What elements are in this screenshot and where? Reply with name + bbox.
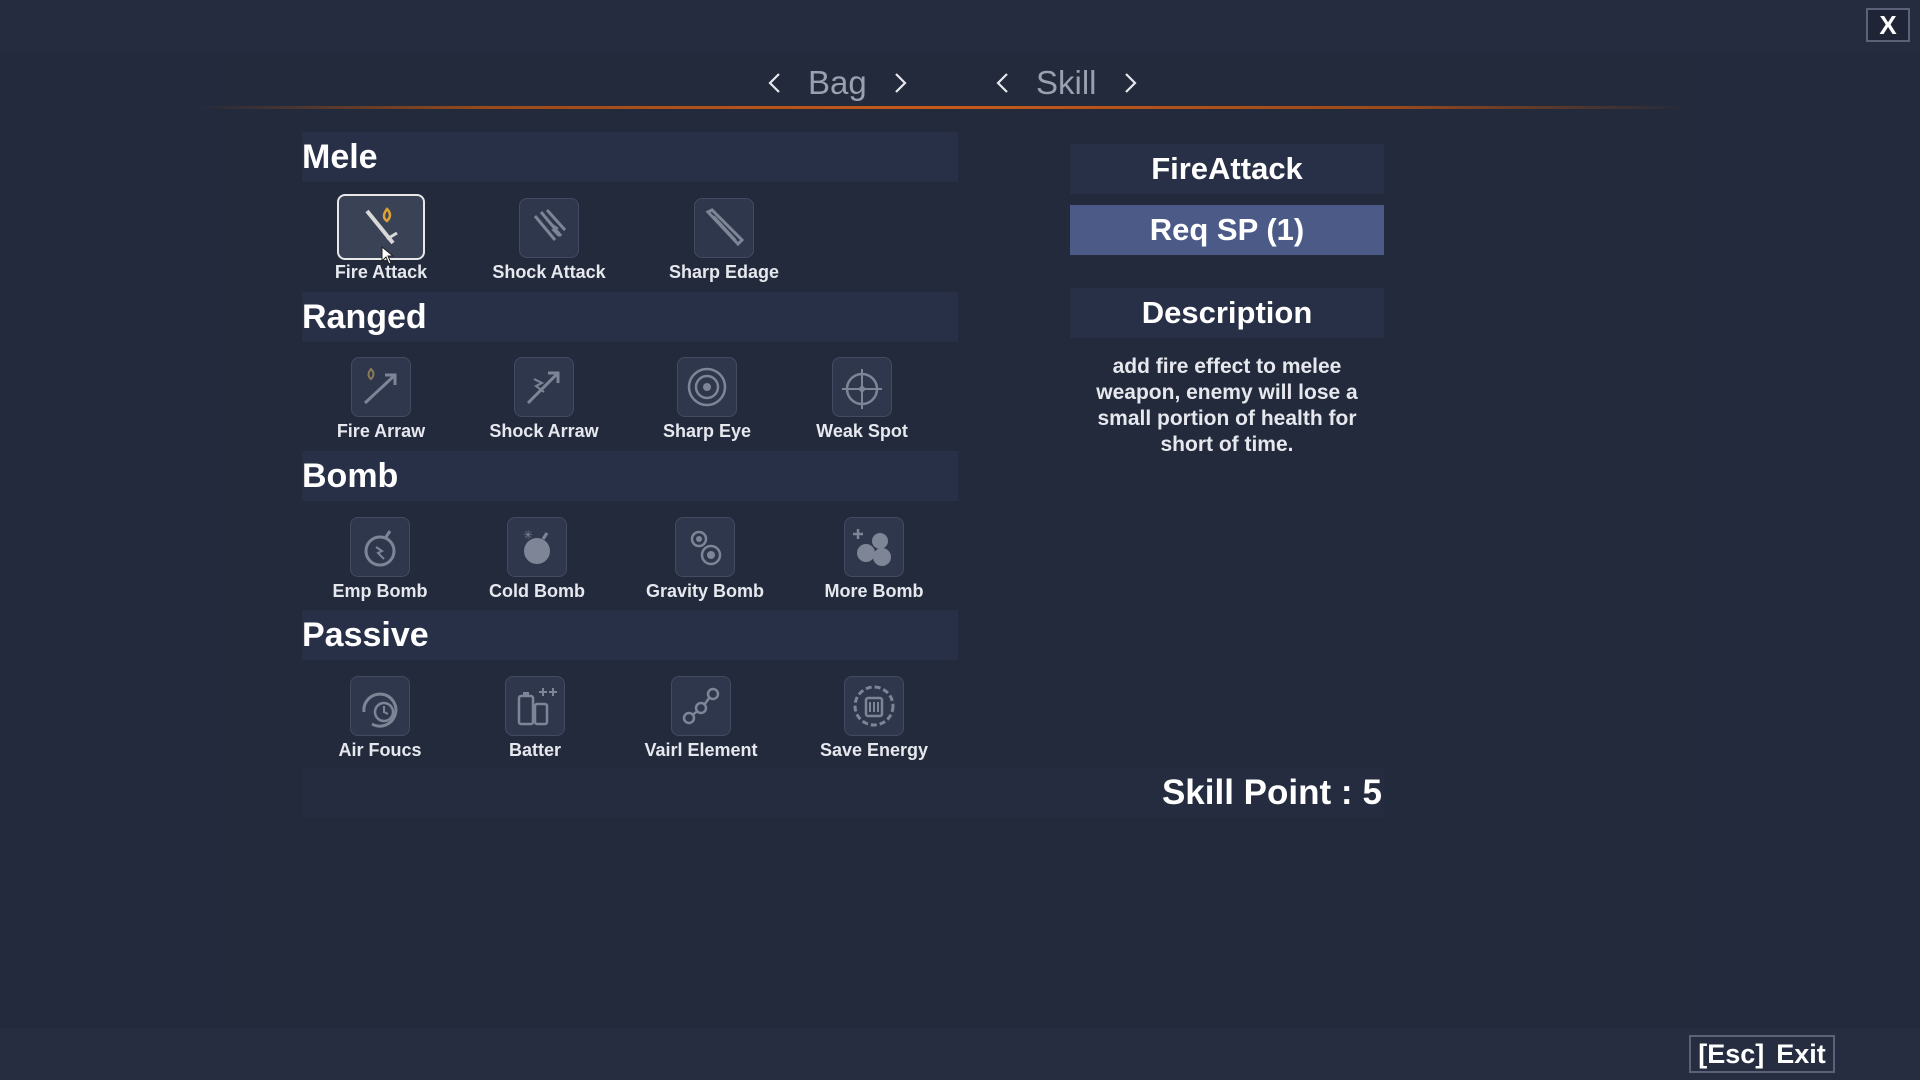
category-ranged: Ranged — [302, 292, 958, 342]
skill-name: Emp Bomb — [332, 581, 428, 601]
skill-sharp-edage[interactable]: Sharp Edage — [644, 198, 804, 298]
chevron-left-icon — [768, 73, 780, 93]
skill-tab[interactable]: Skill — [1018, 64, 1115, 102]
chevron-left-icon — [996, 73, 1008, 93]
clock-focus-icon — [350, 676, 410, 736]
mouse-cursor-icon — [381, 246, 395, 265]
skill-name: Sharp Eye — [662, 421, 752, 441]
description-header: Description — [1070, 288, 1384, 338]
esc-key-label: [Esc] — [1698, 1038, 1765, 1069]
skill-emp-bomb[interactable]: Emp Bomb — [300, 517, 460, 617]
skill-more-bomb[interactable]: More Bomb — [794, 517, 954, 617]
skill-air-foucs[interactable]: Air Foucs — [300, 676, 460, 776]
skill-fire-arraw[interactable]: Fire Arraw — [301, 357, 461, 457]
bag-tab[interactable]: Bag — [790, 64, 885, 102]
skill-point-display: Skill Point : 5 — [1120, 770, 1382, 816]
bottom-bar — [0, 1028, 1920, 1080]
skill-gravity-bomb[interactable]: Gravity Bomb — [625, 517, 785, 617]
battery-icon — [505, 676, 565, 736]
skill-name: Shock Attack — [492, 262, 606, 282]
skill-name: Fire Arraw — [336, 421, 426, 441]
skill-name: Cold Bomb — [489, 581, 585, 601]
skill-name: Save Energy — [819, 740, 929, 760]
skill-name: Batter — [508, 740, 561, 760]
skill-save-energy[interactable]: Save Energy — [794, 676, 954, 776]
skill-name: Sharp Edage — [668, 262, 780, 282]
skill-name: Weak Spot — [816, 421, 908, 441]
chevron-right-icon — [894, 73, 907, 93]
skill-shock-attack[interactable]: Shock Attack — [469, 198, 629, 298]
skill-sharp-eye[interactable]: Sharp Eye — [627, 357, 787, 457]
blade-icon — [694, 198, 754, 258]
skill-prev-arrow[interactable] — [988, 63, 1018, 103]
skill-shock-arraw[interactable]: Shock Arraw — [464, 357, 624, 457]
category-title: Ranged — [302, 297, 427, 336]
skill-cold-bomb[interactable]: ✳ Cold Bomb — [457, 517, 617, 617]
skill-vairl-element[interactable]: Vairl Element — [621, 676, 781, 776]
skill-name: Air Foucs — [338, 740, 422, 760]
multi-bomb-icon — [844, 517, 904, 577]
arrow-fire-icon — [351, 357, 411, 417]
category-passive: Passive — [302, 610, 958, 660]
claw-lightning-icon — [519, 198, 579, 258]
bag-next-arrow[interactable] — [885, 63, 915, 103]
skill-weak-spot[interactable]: Weak Spot — [782, 357, 942, 457]
emp-bomb-icon — [350, 517, 410, 577]
category-mele: Mele — [302, 132, 958, 182]
close-button[interactable]: X — [1866, 8, 1910, 42]
category-bomb: Bomb — [302, 451, 958, 501]
skill-name: Shock Arraw — [489, 421, 599, 441]
skill-nav: Skill — [988, 58, 1145, 108]
arrow-lightning-icon — [514, 357, 574, 417]
svg-text:✳: ✳ — [523, 528, 533, 542]
skill-detail-title: FireAttack — [1070, 144, 1384, 194]
skill-name: Vairl Element — [644, 740, 758, 760]
req-sp-button[interactable]: Req SP (1) — [1070, 205, 1384, 255]
description-text: add fire effect to melee weapon, enemy w… — [1096, 355, 1358, 456]
skill-point-label: Skill Point : — [1161, 773, 1353, 812]
exit-button[interactable]: [Esc] Exit — [1689, 1035, 1835, 1073]
element-chain-icon — [671, 676, 731, 736]
header-divider — [194, 106, 1688, 109]
exit-label: Exit — [1776, 1038, 1826, 1069]
skill-point-value: 5 — [1362, 773, 1382, 812]
bag-prev-arrow[interactable] — [760, 63, 790, 103]
category-title: Bomb — [302, 456, 399, 495]
skill-batter[interactable]: Batter — [455, 676, 615, 776]
skill-name: Gravity Bomb — [645, 581, 765, 601]
gravity-bomb-icon — [675, 517, 735, 577]
cold-bomb-icon: ✳ — [507, 517, 567, 577]
category-title: Mele — [302, 137, 378, 176]
category-title: Passive — [302, 615, 429, 654]
top-bar — [0, 0, 1920, 52]
crosshair-icon — [832, 357, 892, 417]
skill-next-arrow[interactable] — [1115, 63, 1145, 103]
eye-target-icon — [677, 357, 737, 417]
bag-nav: Bag — [760, 58, 915, 108]
chevron-right-icon — [1124, 73, 1137, 93]
energy-saver-icon — [844, 676, 904, 736]
skill-name: More Bomb — [824, 581, 924, 601]
